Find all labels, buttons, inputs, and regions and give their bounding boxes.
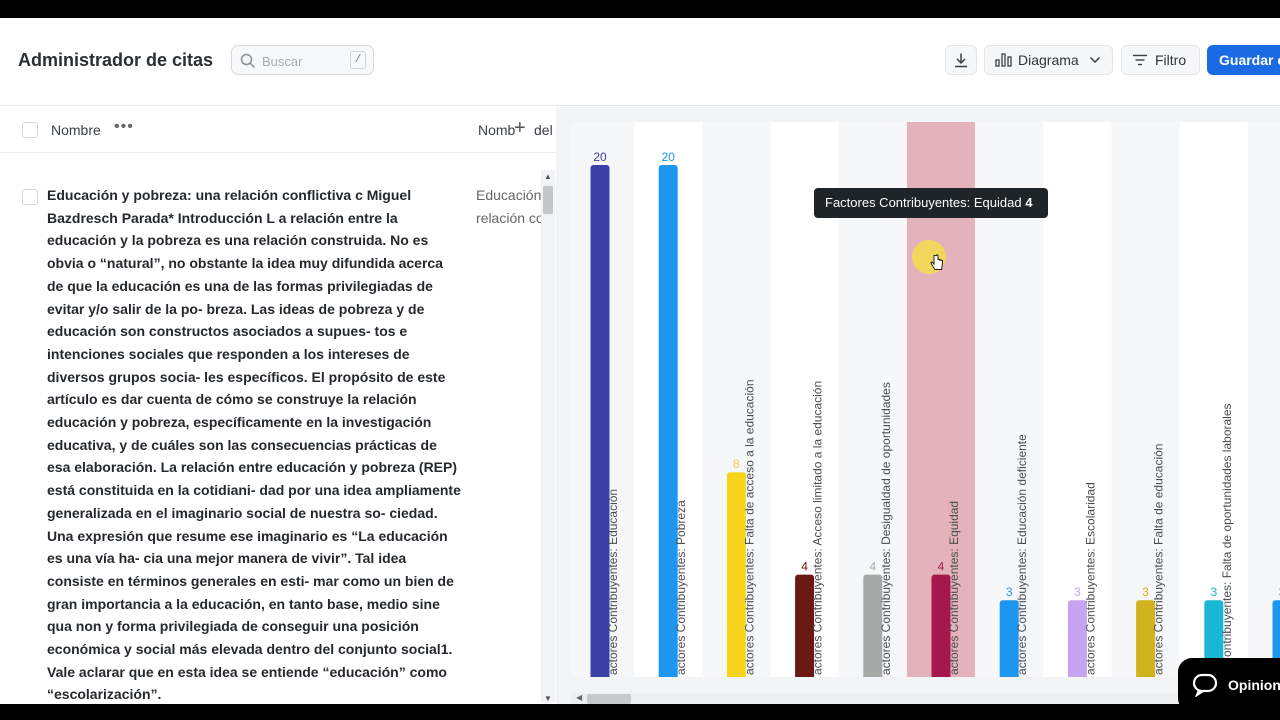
- category-label: actores Contribuyentes: Desigualdad de o…: [879, 382, 893, 675]
- bar-value-label: 4: [938, 560, 945, 574]
- column-options-icon[interactable]: •••: [114, 118, 134, 136]
- page-title: Administrador de citas: [18, 50, 214, 70]
- app-window: Administrador de citas / Diagrama: [0, 18, 1280, 704]
- row-checkbox[interactable]: [22, 189, 38, 205]
- bar-value-label: 8: [733, 457, 740, 471]
- chart-tooltip: Factores Contribuyentes: Equidad 4: [814, 188, 1048, 218]
- hand-cursor-icon: [930, 254, 943, 270]
- category-label: actores Contribuyentes: Falta de acceso …: [742, 379, 756, 675]
- search-icon: [240, 53, 256, 69]
- tooltip-label: Factores Contribuyentes: Equidad: [825, 195, 1022, 210]
- quote-text-cell[interactable]: Educación y pobreza: una relación confli…: [47, 184, 462, 704]
- scrollbar-thumb[interactable]: [543, 186, 553, 214]
- bar-chart-icon: [995, 53, 1012, 67]
- feedback-button[interactable]: Opinion: [1178, 658, 1280, 704]
- scroll-up-arrow-icon[interactable]: ▲: [544, 172, 552, 181]
- search-shortcut-key: /: [350, 51, 366, 69]
- bar-value-label: 3: [1074, 585, 1081, 599]
- category-label: s Contribuyentes: Falta de oportunidades…: [1220, 404, 1234, 676]
- download-button[interactable]: [945, 45, 977, 75]
- chart-type-dropdown[interactable]: Diagrama: [984, 45, 1113, 75]
- category-label: actores Contribuyentes: Educación: [606, 489, 620, 675]
- category-label: actores Contribuyentes: Equidad: [947, 501, 961, 675]
- search-box[interactable]: /: [231, 45, 374, 75]
- filter-label: Filtro: [1155, 52, 1187, 68]
- bar-value-label: 3: [1006, 585, 1013, 599]
- bar-value-label: 20: [593, 150, 607, 164]
- search-input[interactable]: [262, 52, 342, 70]
- chart-type-label: Diagrama: [1018, 52, 1079, 68]
- chevron-down-icon: [1089, 56, 1100, 64]
- scroll-down-arrow-icon[interactable]: ▼: [544, 694, 552, 703]
- bar-value-label: 4: [869, 560, 876, 574]
- scroll-left-arrow-icon[interactable]: ◀: [576, 693, 582, 702]
- second-cell-line-2: relación co: [476, 209, 541, 226]
- select-all-checkbox[interactable]: [22, 122, 38, 138]
- bar-value-label: 20: [662, 150, 676, 164]
- category-label: actores Contribuyentes: Acceso limitado …: [811, 381, 825, 675]
- second-cell-line-1: Educación: [476, 187, 541, 203]
- table-header: Nombre ••• Nombr + del: [0, 107, 556, 153]
- header: Administrador de citas / Diagrama: [0, 18, 1280, 106]
- column-header-name[interactable]: Nombre: [51, 122, 101, 138]
- category-label: actores Contribuyentes: Falta de educaci…: [1152, 444, 1166, 675]
- bar-value-label: 4: [801, 560, 808, 574]
- category-label: actores Contribuyentes: Escolaridad: [1083, 482, 1097, 675]
- chat-bubble-icon: [1192, 673, 1218, 697]
- tooltip-value: 4: [1025, 195, 1033, 210]
- bar-value-label: 3: [1142, 585, 1149, 599]
- category-label: actores Contribuyentes: Pobreza: [674, 500, 688, 675]
- column-header-second[interactable]: Nombr: [478, 122, 516, 138]
- column-header-second-suffix: del: [534, 122, 553, 138]
- chart-horizontal-scrollbar[interactable]: ◀: [571, 693, 1280, 704]
- column-band: [1247, 122, 1280, 677]
- scrollbar-thumb[interactable]: [587, 694, 631, 704]
- bar-value-label: 3: [1210, 585, 1217, 599]
- bottom-black-bar: [0, 704, 1280, 720]
- quotes-table: Nombre ••• Nombr + del Educación y pobre…: [0, 107, 556, 704]
- filter-button[interactable]: Filtro: [1121, 45, 1200, 75]
- filter-icon: [1133, 54, 1147, 66]
- save-button[interactable]: Guardar c: [1207, 45, 1280, 75]
- feedback-label: Opinion: [1228, 677, 1280, 693]
- category-label: actores Contribuyentes: Educación defici…: [1015, 434, 1029, 675]
- add-column-icon[interactable]: +: [514, 117, 526, 140]
- table-vertical-scrollbar[interactable]: ▲ ▼: [541, 170, 555, 703]
- download-icon: [955, 53, 967, 68]
- quote-second-cell[interactable]: Educación relación co: [476, 184, 541, 229]
